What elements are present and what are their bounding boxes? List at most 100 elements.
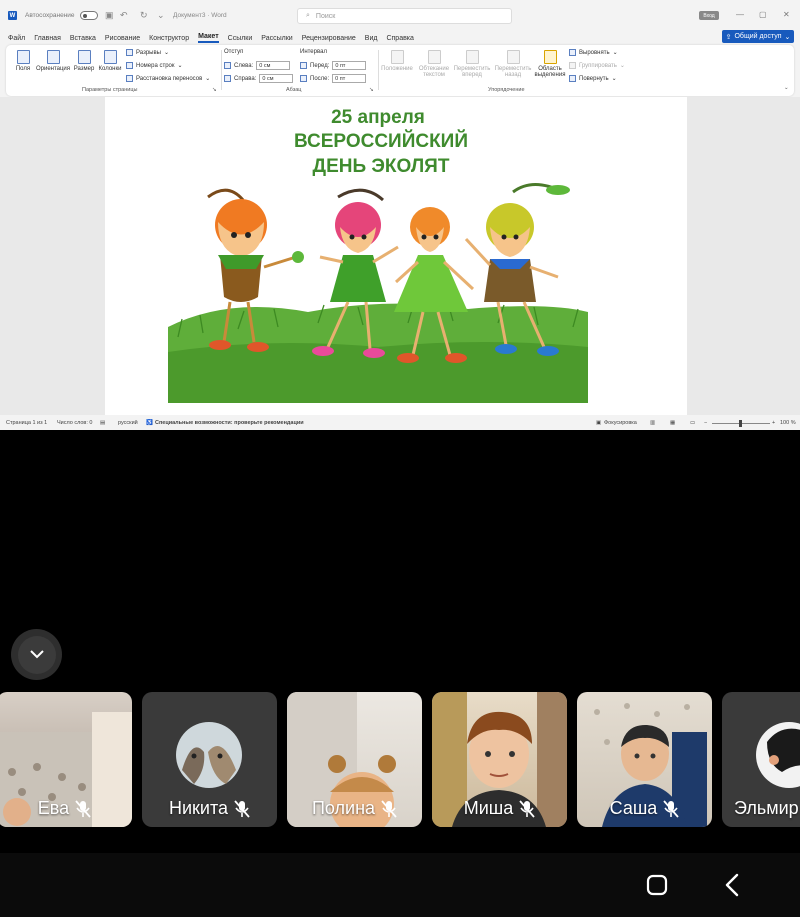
tab-draw[interactable]: Рисование bbox=[105, 35, 140, 42]
position-button[interactable]: Положение bbox=[378, 50, 416, 72]
focus-icon: ▣ bbox=[596, 420, 602, 426]
tab-insert[interactable]: Вставка bbox=[70, 35, 96, 42]
back-button-icon[interactable] bbox=[724, 873, 740, 897]
indent-left-label: Слева: bbox=[234, 62, 254, 69]
tab-home[interactable]: Главная bbox=[34, 35, 61, 42]
send-backward-label: Переместить назад bbox=[494, 66, 532, 78]
tab-help[interactable]: Справка bbox=[386, 35, 413, 42]
search-placeholder: Поиск bbox=[315, 12, 336, 20]
participant-tile-elmir[interactable]: Эльмир bbox=[722, 692, 800, 827]
indent-right-field[interactable]: Справа: 0 см bbox=[224, 74, 294, 83]
orientation-label: Ориентация bbox=[35, 66, 71, 72]
spacing-after-field[interactable]: После: 0 пт bbox=[300, 74, 367, 83]
columns-label: Колонки bbox=[98, 66, 122, 72]
autosave-label: Автосохранение bbox=[25, 12, 75, 19]
web-layout-icon[interactable]: ▭ bbox=[690, 420, 695, 426]
document-canvas: 25 апреля ВСЕРОССИЙСКИЙ ДЕНЬ ЭКОЛЯТ bbox=[0, 97, 800, 415]
participant-caption: Ева bbox=[0, 798, 132, 819]
autosave-toggle[interactable] bbox=[80, 11, 98, 20]
indent-right-input[interactable]: 0 см bbox=[259, 74, 294, 83]
breaks-button[interactable]: Разрывы ⌄ bbox=[126, 49, 169, 56]
columns-icon bbox=[103, 50, 117, 64]
minimize-icon[interactable]: — bbox=[736, 10, 744, 19]
customize-icon[interactable]: ⌄ bbox=[157, 10, 165, 21]
participant-tile-misha[interactable]: Миша bbox=[432, 692, 567, 827]
tab-design[interactable]: Конструктор bbox=[149, 35, 189, 42]
orientation-button[interactable]: Ориентация bbox=[33, 50, 73, 72]
tab-mailings[interactable]: Рассылки bbox=[261, 35, 292, 42]
selection-pane-icon bbox=[543, 50, 557, 64]
zoom-slider-thumb[interactable] bbox=[739, 420, 742, 427]
participant-caption: Никита bbox=[142, 798, 277, 819]
undo-icon[interactable]: ↶ bbox=[120, 10, 128, 21]
participant-name: Полина bbox=[311, 798, 376, 818]
collapse-panel-button[interactable] bbox=[11, 629, 62, 680]
tab-review[interactable]: Рецензирование bbox=[302, 35, 356, 42]
tab-layout[interactable]: Макет bbox=[198, 33, 219, 43]
tab-file[interactable]: Файл bbox=[8, 35, 25, 42]
selection-pane-button[interactable]: Область выделения bbox=[533, 50, 567, 78]
status-language[interactable]: русский bbox=[118, 420, 138, 426]
status-accessibility[interactable]: Специальные возможности: проверьте реком… bbox=[155, 420, 304, 426]
eco-poster-image: 25 апреля ВСЕРОССИЙСКИЙ ДЕНЬ ЭКОЛЯТ bbox=[168, 107, 588, 403]
paragraph-launcher-icon[interactable]: ↘ bbox=[369, 87, 374, 93]
account-badge[interactable]: Вход bbox=[699, 11, 719, 20]
bring-forward-button[interactable]: Переместить вперед bbox=[452, 50, 492, 78]
page-setup-launcher-icon[interactable]: ↘ bbox=[212, 87, 217, 93]
status-focus[interactable]: Фокусировка bbox=[604, 420, 637, 426]
group-objects-label: Группировать bbox=[579, 62, 617, 69]
participant-name: Никита bbox=[168, 798, 229, 818]
maximize-icon[interactable]: ▢ bbox=[759, 10, 767, 19]
zoom-out-icon[interactable]: − bbox=[704, 420, 707, 426]
breaks-label: Разрывы bbox=[136, 49, 161, 56]
close-icon[interactable]: ✕ bbox=[783, 10, 790, 19]
tab-references[interactable]: Ссылки bbox=[228, 35, 253, 42]
document-page[interactable]: 25 апреля ВСЕРОССИЙСКИЙ ДЕНЬ ЭКОЛЯТ bbox=[105, 97, 687, 415]
search-input[interactable]: ⌕ Поиск bbox=[297, 8, 512, 24]
participant-tile-sasha[interactable]: Саша bbox=[577, 692, 712, 827]
spacing-after-input[interactable]: 0 пт bbox=[332, 74, 367, 83]
print-layout-icon[interactable]: ▦ bbox=[670, 420, 675, 426]
margins-icon bbox=[16, 50, 30, 64]
proofing-icon[interactable]: ▤ bbox=[100, 420, 105, 426]
participant-tile-eva[interactable]: Ева bbox=[0, 692, 132, 827]
columns-button[interactable]: Колонки bbox=[96, 50, 124, 72]
status-zoom[interactable]: 100 % bbox=[780, 420, 796, 426]
size-button[interactable]: Размер bbox=[72, 50, 96, 72]
word-window: W Автосохранение ▣ ↶ ↻ ⌄ Документ3 · Wor… bbox=[0, 0, 800, 430]
redo-icon[interactable]: ↻ bbox=[140, 10, 148, 21]
indent-left-input[interactable]: 0 см bbox=[256, 61, 291, 70]
participant-tile-nikita[interactable]: Никита bbox=[142, 692, 277, 827]
zoom-in-icon[interactable]: + bbox=[772, 420, 775, 426]
home-button-icon[interactable] bbox=[646, 874, 668, 896]
ribbon-tabs: Файл Главная Вставка Рисование Конструкт… bbox=[0, 32, 800, 44]
mic-muted-icon bbox=[75, 799, 91, 818]
participant-name: Миша bbox=[463, 798, 514, 818]
ribbon-collapse-icon[interactable]: ⌄ bbox=[784, 85, 789, 91]
group-objects-icon bbox=[569, 62, 576, 69]
status-words[interactable]: Число слов: 0 bbox=[57, 420, 92, 426]
wrap-text-label: Обтекание текстом bbox=[418, 66, 450, 78]
collapse-button-inner bbox=[17, 635, 56, 674]
save-icon[interactable]: ▣ bbox=[105, 10, 114, 21]
spacing-before-icon bbox=[300, 62, 307, 69]
line-numbers-button[interactable]: Номера строк ⌄ bbox=[126, 62, 183, 69]
spacing-before-field[interactable]: Перед: 0 пт bbox=[300, 61, 367, 70]
send-backward-button[interactable]: Переместить назад bbox=[493, 50, 533, 78]
hyphenation-icon bbox=[126, 75, 133, 82]
share-button[interactable]: ⇪ Общий доступ ⌄ bbox=[722, 30, 794, 43]
group-page-setup-label: Параметры страницы bbox=[82, 87, 138, 93]
margins-button[interactable]: Поля bbox=[12, 50, 34, 72]
tab-view[interactable]: Вид bbox=[365, 35, 378, 42]
group-objects-button[interactable]: Группировать ⌄ bbox=[569, 62, 625, 69]
participant-tile-polina[interactable]: Полина bbox=[287, 692, 422, 827]
spacing-before-input[interactable]: 0 пт bbox=[332, 61, 367, 70]
size-icon bbox=[77, 50, 91, 64]
rotate-button[interactable]: Повернуть ⌄ bbox=[569, 75, 617, 82]
read-mode-icon[interactable]: ▥ bbox=[650, 420, 655, 426]
status-page[interactable]: Страница 1 из 1 bbox=[6, 420, 47, 426]
hyphenation-button[interactable]: Расстановка переносов ⌄ bbox=[126, 75, 210, 82]
wrap-text-button[interactable]: Обтекание текстом bbox=[416, 50, 452, 78]
indent-left-field[interactable]: Слева: 0 см bbox=[224, 61, 291, 70]
align-button[interactable]: Выровнять ⌄ bbox=[569, 49, 618, 56]
